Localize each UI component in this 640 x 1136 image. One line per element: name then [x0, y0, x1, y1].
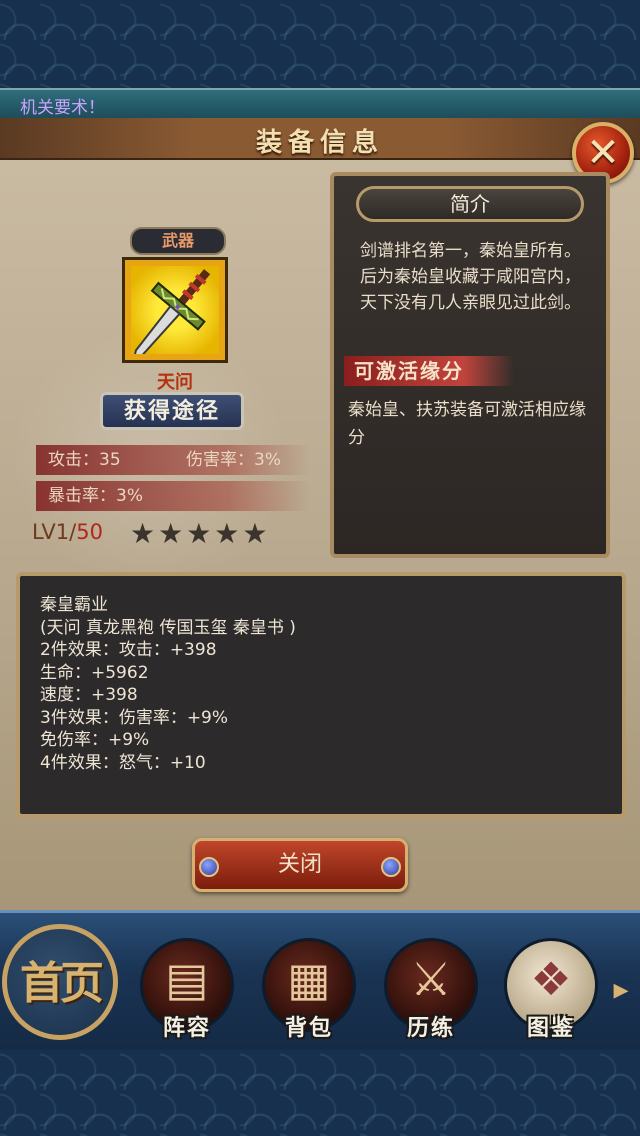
level-label: LV1/50: [32, 520, 103, 544]
level-max: 50: [76, 520, 103, 544]
close-button[interactable]: 关闭: [192, 838, 408, 892]
scroll-glyph: ❖: [530, 952, 572, 1006]
bottom-background: [0, 1050, 640, 1136]
nav-home-button[interactable]: 首页: [2, 924, 118, 1040]
fate-title: 可激活缘分: [344, 356, 514, 386]
level-current: LV1/: [32, 520, 77, 544]
intro-header: 简介: [356, 186, 584, 222]
set-bonus-line: 速度：+398: [40, 685, 138, 705]
star-rating: ★★★★★: [130, 517, 271, 550]
nav-backpack-button[interactable]: ▦ 背包: [254, 938, 364, 1046]
stat-row: 暴击率：3%: [36, 481, 310, 511]
nav-home-label: 首页: [20, 958, 104, 1009]
nav-backpack-label: 背包: [284, 1015, 333, 1041]
set-bonus-line: 3件效果：伤害率：+9%: [40, 707, 229, 728]
backpack-glyph: ▦: [287, 952, 331, 1006]
sword-icon: [131, 266, 219, 354]
attack-stat: 攻击：35: [48, 450, 121, 470]
set-members: (天问 真龙黑袍 传国玉玺 秦皇书 ): [40, 617, 296, 638]
nav-training-label: 历练: [406, 1015, 455, 1041]
set-bonus-line: 4件效果：怒气：+10: [40, 752, 206, 773]
nav-formation-button[interactable]: ▤ 阵容: [132, 938, 242, 1046]
chevron-right-icon[interactable]: ▸: [606, 972, 636, 1008]
top-background: [0, 0, 640, 90]
nav-training-button[interactable]: ⚔ 历练: [376, 938, 486, 1046]
item-name: 天问: [157, 372, 193, 393]
category-tag: 武器: [130, 227, 226, 255]
damage-rate-stat: 伤害率：3%: [186, 450, 281, 470]
dialog-title: 装备信息: [255, 128, 384, 158]
stat-row: 攻击：35 伤害率：3%: [36, 445, 310, 475]
ticker-text: 机关要术！: [20, 98, 105, 118]
formation-glyph: ▤: [165, 952, 209, 1006]
set-bonus-line: 生命：+5962: [40, 662, 149, 683]
intro-text: 剑谱排名第一，秦始皇所有。后为秦始皇收藏于咸阳宫内，天下没有几人亲眼见过此剑。: [360, 241, 581, 313]
set-bonus-line: 免伤率：+9%: [40, 730, 150, 750]
announcement-ticker: 机关要术！: [0, 88, 640, 122]
item-frame[interactable]: [122, 257, 228, 363]
fate-text: 秦始皇、扶苏装备可激活相应缘分: [348, 400, 586, 448]
set-bonus-line: 2件效果：攻击：+398: [40, 640, 217, 660]
set-bonus-text: 秦皇霸业 (天问 真龙黑袍 传国玉玺 秦皇书 ) 2件效果：攻击：+398 生命…: [40, 594, 600, 774]
orb-ornament: [381, 857, 401, 877]
crit-rate-stat: 暴击率：3%: [48, 486, 143, 506]
obtain-method-button[interactable]: 获得途径: [100, 392, 244, 430]
set-name: 秦皇霸业: [40, 595, 108, 615]
nav-formation-label: 阵容: [162, 1015, 211, 1041]
swords-glyph: ⚔: [410, 952, 452, 1006]
nav-catalog-button[interactable]: ❖ 图鉴: [496, 938, 606, 1046]
close-button-label: 关闭: [277, 852, 322, 877]
nav-catalog-label: 图鉴: [526, 1015, 575, 1041]
orb-ornament: [199, 857, 219, 877]
